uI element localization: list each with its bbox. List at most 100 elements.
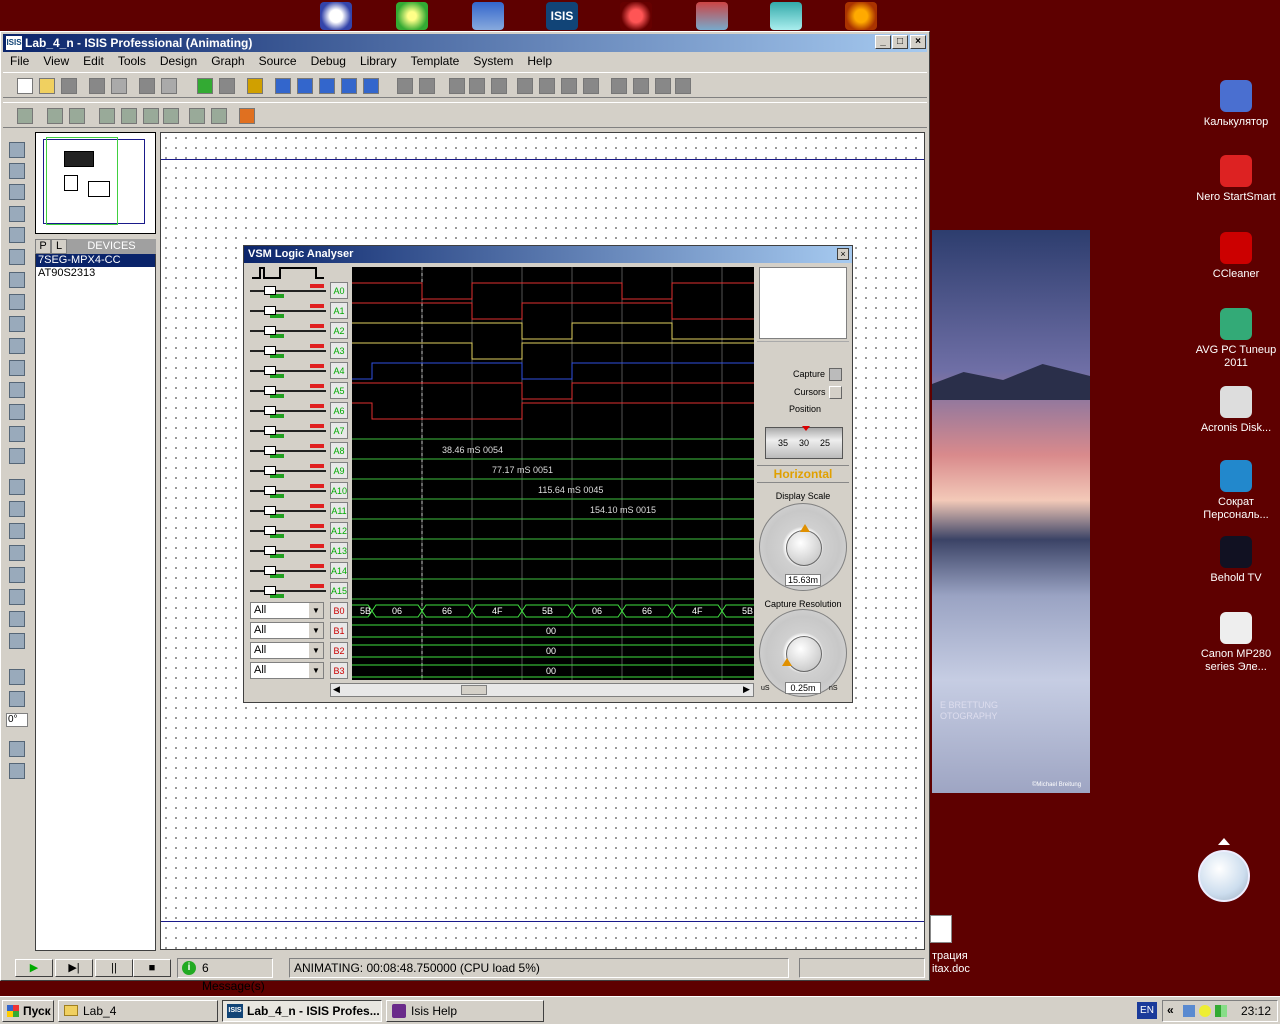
toolbar-icon[interactable]	[517, 78, 533, 94]
task-isis[interactable]: ISIS Lab_4_n - ISIS Profes...	[222, 1000, 382, 1022]
trigger-control[interactable]	[250, 284, 326, 298]
task-isis-help[interactable]: Isis Help	[386, 1000, 544, 1022]
toolbar-icon[interactable]	[121, 108, 137, 124]
toolbar-icon[interactable]	[17, 78, 33, 94]
toolbar-icon[interactable]	[61, 78, 77, 94]
cursors-button[interactable]	[829, 386, 842, 399]
window-titlebar[interactable]: ISIS Lab_4_n - ISIS Professional (Animat…	[3, 34, 927, 52]
bus-display-select[interactable]: All ▼	[250, 602, 324, 619]
trigger-control[interactable]	[250, 564, 326, 578]
mode-tool-icon[interactable]	[9, 426, 25, 442]
desktop-icon[interactable]: CCleaner	[1191, 232, 1280, 281]
toolbar-icon[interactable]	[99, 108, 115, 124]
scroll-left-icon[interactable]: ◀	[333, 684, 340, 695]
mode-tool-icon[interactable]	[9, 567, 25, 583]
mode-tool-icon[interactable]	[9, 633, 25, 649]
tab-library[interactable]: L	[51, 239, 67, 254]
menu-debug[interactable]: Debug	[304, 52, 353, 70]
toolbar-icon[interactable]	[239, 108, 255, 124]
stop-button[interactable]: ■	[133, 959, 171, 977]
toolbar-icon[interactable]	[247, 78, 263, 94]
mode-tool-icon[interactable]	[9, 611, 25, 627]
menu-help[interactable]: Help	[520, 52, 559, 70]
rotation-field[interactable]: 0°	[6, 713, 28, 727]
launcher-icon-6[interactable]	[696, 2, 728, 30]
network-icon[interactable]	[1183, 1005, 1195, 1017]
mode-tool-icon[interactable]	[9, 338, 25, 354]
mode-tool-icon[interactable]	[9, 404, 25, 420]
isis-launcher-icon[interactable]: ISIS	[546, 2, 578, 30]
scroll-thumb[interactable]	[461, 685, 487, 695]
launcher-icon-8[interactable]	[845, 2, 877, 30]
toolbar-icon[interactable]	[539, 78, 555, 94]
toolbar-icon[interactable]	[275, 78, 291, 94]
desktop-icon[interactable]: AVG PC Tuneup 2011	[1191, 308, 1280, 370]
mode-tool-icon[interactable]	[9, 382, 25, 398]
bus-display-select[interactable]: All ▼	[250, 642, 324, 659]
tab-pick[interactable]: P	[35, 239, 51, 254]
toolbar-icon[interactable]	[111, 78, 127, 94]
toolbar-icon[interactable]	[143, 108, 159, 124]
toolbar-icon[interactable]	[363, 78, 379, 94]
launcher-icon-3[interactable]	[472, 2, 504, 30]
clock-gadget-icon[interactable]	[1198, 850, 1250, 902]
trigger-control[interactable]	[250, 364, 326, 378]
doc-icon[interactable]	[930, 915, 952, 943]
mode-tool-icon[interactable]	[9, 545, 25, 561]
menu-view[interactable]: View	[36, 52, 76, 70]
launcher-icon-7[interactable]	[770, 2, 802, 30]
maximize-button[interactable]: □	[892, 35, 908, 49]
menu-source[interactable]: Source	[252, 52, 304, 70]
device-item[interactable]: 7SEG-MPX4-CC	[36, 254, 155, 267]
trigger-control[interactable]	[250, 304, 326, 318]
toolbar-icon[interactable]	[17, 108, 33, 124]
toolbar-icon[interactable]	[633, 78, 649, 94]
mode-tool-icon[interactable]	[9, 142, 25, 158]
capture-resolution-knob[interactable]	[786, 636, 822, 672]
toolbar-icon[interactable]	[89, 78, 105, 94]
menu-graph[interactable]: Graph	[204, 52, 251, 70]
start-button[interactable]: Пуск	[2, 1000, 54, 1022]
horizontal-scrollbar[interactable]: ◀ ▶	[330, 683, 754, 697]
waveform-display[interactable]: 38.46 mS 0054 77.17 mS 0051 115.64 mS 0045…	[352, 267, 754, 680]
desktop-icon[interactable]: Behold TV	[1191, 536, 1280, 585]
toolbar-icon[interactable]	[211, 108, 227, 124]
analyser-titlebar[interactable]: VSM Logic Analyser	[244, 246, 852, 263]
desktop-icon[interactable]: Калькулятор	[1191, 80, 1280, 129]
capture-button[interactable]	[829, 368, 842, 381]
toolbar-icon[interactable]	[163, 108, 179, 124]
menu-file[interactable]: File	[3, 52, 36, 70]
mode-tool-icon[interactable]	[9, 763, 25, 779]
toolbar-icon[interactable]	[297, 78, 313, 94]
trigger-control[interactable]	[250, 544, 326, 558]
mode-tool-icon[interactable]	[9, 163, 25, 179]
analyser-close-button[interactable]: ×	[837, 248, 849, 260]
toolbar-icon[interactable]	[341, 78, 357, 94]
tray-expand-icon[interactable]: «	[1167, 1003, 1174, 1017]
toolbar-icon[interactable]	[611, 78, 627, 94]
mode-tool-icon[interactable]	[9, 501, 25, 517]
scroll-right-icon[interactable]: ▶	[743, 684, 750, 695]
menu-system[interactable]: System	[466, 52, 520, 70]
step-button[interactable]: ▶|	[55, 959, 93, 977]
toolbar-icon[interactable]	[561, 78, 577, 94]
trigger-control[interactable]	[250, 584, 326, 598]
trigger-control[interactable]	[250, 424, 326, 438]
pause-button[interactable]: ||	[95, 959, 133, 977]
minimize-button[interactable]: _	[875, 35, 891, 49]
trigger-control[interactable]	[250, 324, 326, 338]
mode-tool-icon[interactable]	[9, 741, 25, 757]
display-scale-knob[interactable]	[786, 530, 822, 566]
trigger-control[interactable]	[250, 444, 326, 458]
bus-display-select[interactable]: All ▼	[250, 662, 324, 679]
menu-library[interactable]: Library	[353, 52, 404, 70]
language-indicator[interactable]: EN	[1137, 1002, 1157, 1019]
toolbar-icon[interactable]	[197, 78, 213, 94]
toolbar-icon[interactable]	[583, 78, 599, 94]
trigger-control[interactable]	[250, 384, 326, 398]
mode-tool-icon[interactable]	[9, 294, 25, 310]
toolbar-icon[interactable]	[655, 78, 671, 94]
device-item[interactable]: AT90S2313	[36, 267, 155, 280]
play-button[interactable]: ▶	[15, 959, 53, 977]
desktop-doc-label[interactable]: трация itax.doc	[932, 950, 970, 976]
